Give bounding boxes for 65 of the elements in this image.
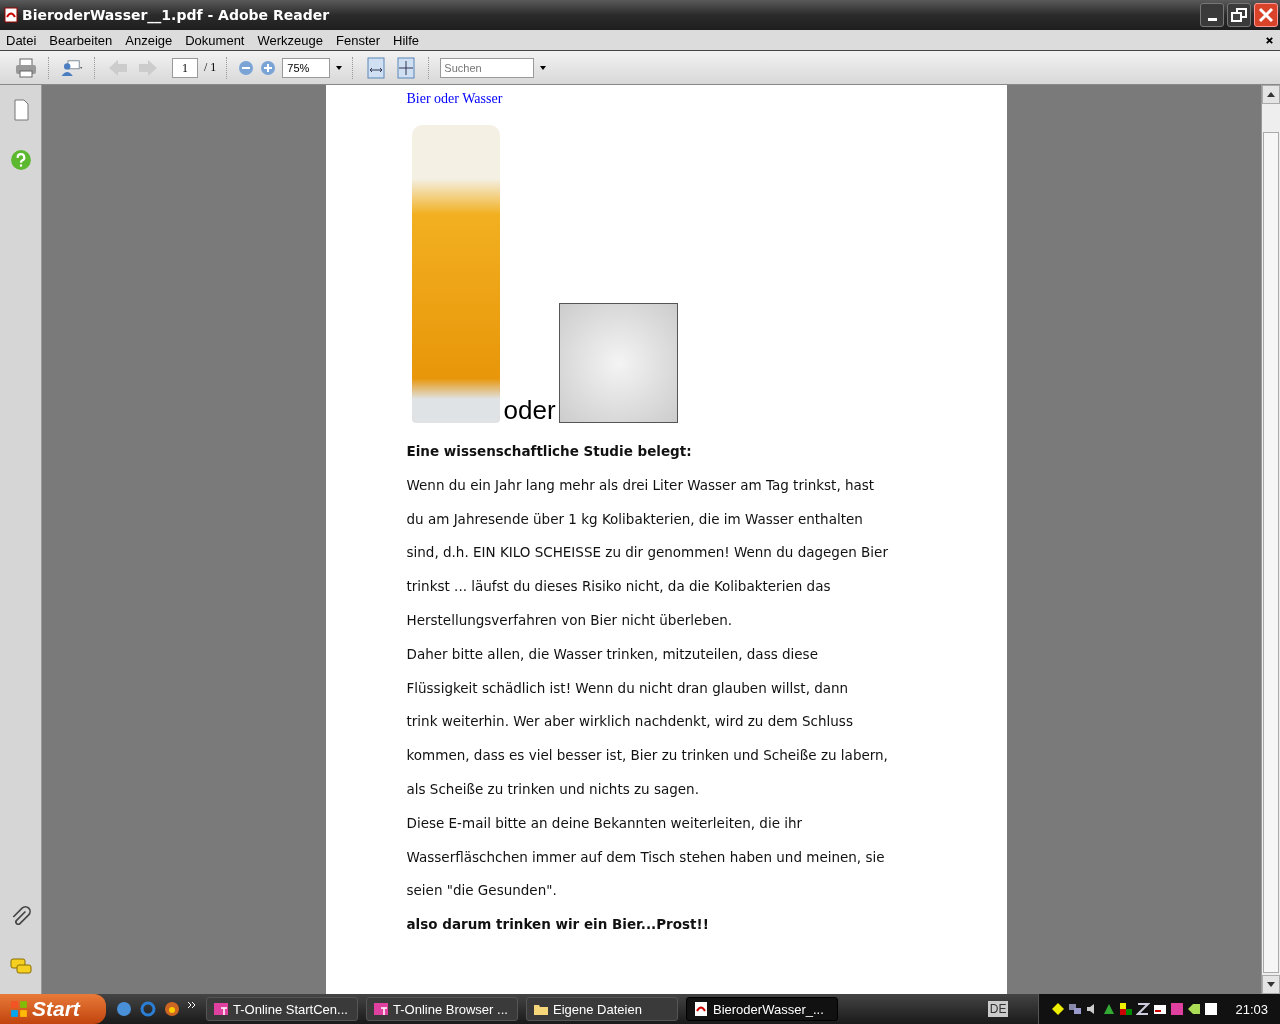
flag-icon xyxy=(10,1000,28,1018)
tray-icon[interactable] xyxy=(1119,1002,1134,1016)
body-text-line: seien "die Gesunden". xyxy=(406,881,558,901)
body-text-line: Herstellungsverfahren von Bier nicht überleben. xyxy=(406,611,734,630)
body-text-line: als Scheiße zu trinken und nichts zu sagen. xyxy=(406,779,700,799)
menu-item[interactable]: Datei xyxy=(6,32,37,48)
zoom-field[interactable]: 75% xyxy=(282,57,331,78)
minimize-button[interactable] xyxy=(1200,3,1224,27)
caret-icon[interactable] xyxy=(336,65,343,70)
menu-item[interactable]: Anzeige xyxy=(125,32,173,48)
body-text-line: Diese E-mail bitte an deine Bekannten weiterleiten, die ihr xyxy=(406,813,804,833)
printer-icon[interactable] xyxy=(14,55,38,80)
close-button[interactable] xyxy=(1254,3,1278,27)
window-title: BieroderWasser__1.pdf - Adobe Reader xyxy=(22,7,330,23)
closing-text: also darum trinken wir ein Bier...Prost!! xyxy=(406,915,710,935)
menu-item[interactable]: Fenster xyxy=(336,32,381,48)
taskbar-button[interactable]: T-Online Browser ... xyxy=(366,997,518,1021)
language-indicator[interactable]: DE xyxy=(987,1001,1009,1017)
menu-item[interactable]: Werkzeuge xyxy=(257,32,323,48)
taskbar-button[interactable]: T-Online StartCen... xyxy=(206,997,358,1021)
clock: 21:03 xyxy=(1235,1001,1268,1017)
tray-icon[interactable] xyxy=(1153,1002,1168,1016)
search-field[interactable]: Suchen xyxy=(440,57,535,78)
caret-icon[interactable] xyxy=(540,65,547,70)
body-text-line: Wenn du ein Jahr lang mehr als drei Liter Wasser am Tag trinkst, hast xyxy=(406,475,876,495)
title-link[interactable]: Bier oder Wasser xyxy=(406,91,503,107)
restore-button[interactable] xyxy=(1227,3,1251,27)
app-icon[interactable] xyxy=(164,1001,180,1017)
pdf-icon xyxy=(3,7,19,23)
up-arrow-icon[interactable] xyxy=(1267,92,1275,97)
tray-icon[interactable] xyxy=(1204,1002,1219,1016)
page-number-field[interactable]: 1 xyxy=(172,57,198,78)
tray-icon[interactable] xyxy=(1136,1002,1151,1016)
body-text-line: trink weiterhin. Wer aber wirklich nachdenkt, wird zu dem Schluss xyxy=(406,712,854,732)
restore-icon xyxy=(1229,5,1249,25)
tray-icon[interactable] xyxy=(1051,1002,1066,1016)
pdf-icon xyxy=(693,1001,709,1017)
chevron-icon[interactable] xyxy=(188,1001,196,1009)
scrollbar[interactable] xyxy=(1261,85,1280,994)
zoom-in-icon[interactable] xyxy=(260,59,277,76)
body-text-line: Flüssigkeit schädlich ist! Wenn du nicht dran glauben willst, dann xyxy=(406,678,850,698)
body-text-line: sind, d.h. EIN KILO SCHEISSE zu dir genommen! Wenn du dagegen Bier xyxy=(406,543,889,563)
down-arrow-icon[interactable] xyxy=(1267,982,1275,987)
menu-item[interactable]: Hilfe xyxy=(393,32,420,48)
zoom-out-icon[interactable] xyxy=(238,59,255,76)
body-text-line: Wasserfläschchen immer auf dem Tisch stehen haben und meinen, sie xyxy=(406,847,886,867)
caption-text: oder xyxy=(503,397,556,423)
taskbar-button[interactable]: Eigene Dateien xyxy=(526,997,678,1021)
start-button[interactable]: Start xyxy=(0,994,106,1024)
taskbar-button[interactable]: BieroderWasser_... xyxy=(686,997,838,1021)
close-icon[interactable] xyxy=(1265,35,1274,45)
close-icon xyxy=(1256,5,1276,25)
tray-icon[interactable] xyxy=(1187,1002,1202,1016)
menu-item[interactable]: Bearbeiten xyxy=(49,32,113,48)
minimize-icon xyxy=(1207,17,1217,21)
page-total: / 1 xyxy=(204,60,217,75)
body-text-line: kommen, dass es viel besser ist, Bier zu trinken und Scheiße zu labern, xyxy=(406,746,889,766)
body-text-line: Daher bitte allen, die Wasser trinken, mitzuteilen, dass diese xyxy=(406,644,819,664)
body-text-line: trinkst ... läufst du dieses Risiko nicht, da die Kolibakterien das xyxy=(406,577,832,597)
heading-text: Eine wissenschaftliche Studie belegt: xyxy=(406,442,693,461)
app-icon xyxy=(213,1001,229,1017)
tray-icon[interactable] xyxy=(1102,1002,1117,1016)
body-text-line: du am Jahresende über 1 kg Kolibakterien, die im Wasser enthalten xyxy=(406,509,864,529)
menu-item[interactable]: Dokument xyxy=(185,32,245,48)
app-icon xyxy=(373,1001,389,1017)
